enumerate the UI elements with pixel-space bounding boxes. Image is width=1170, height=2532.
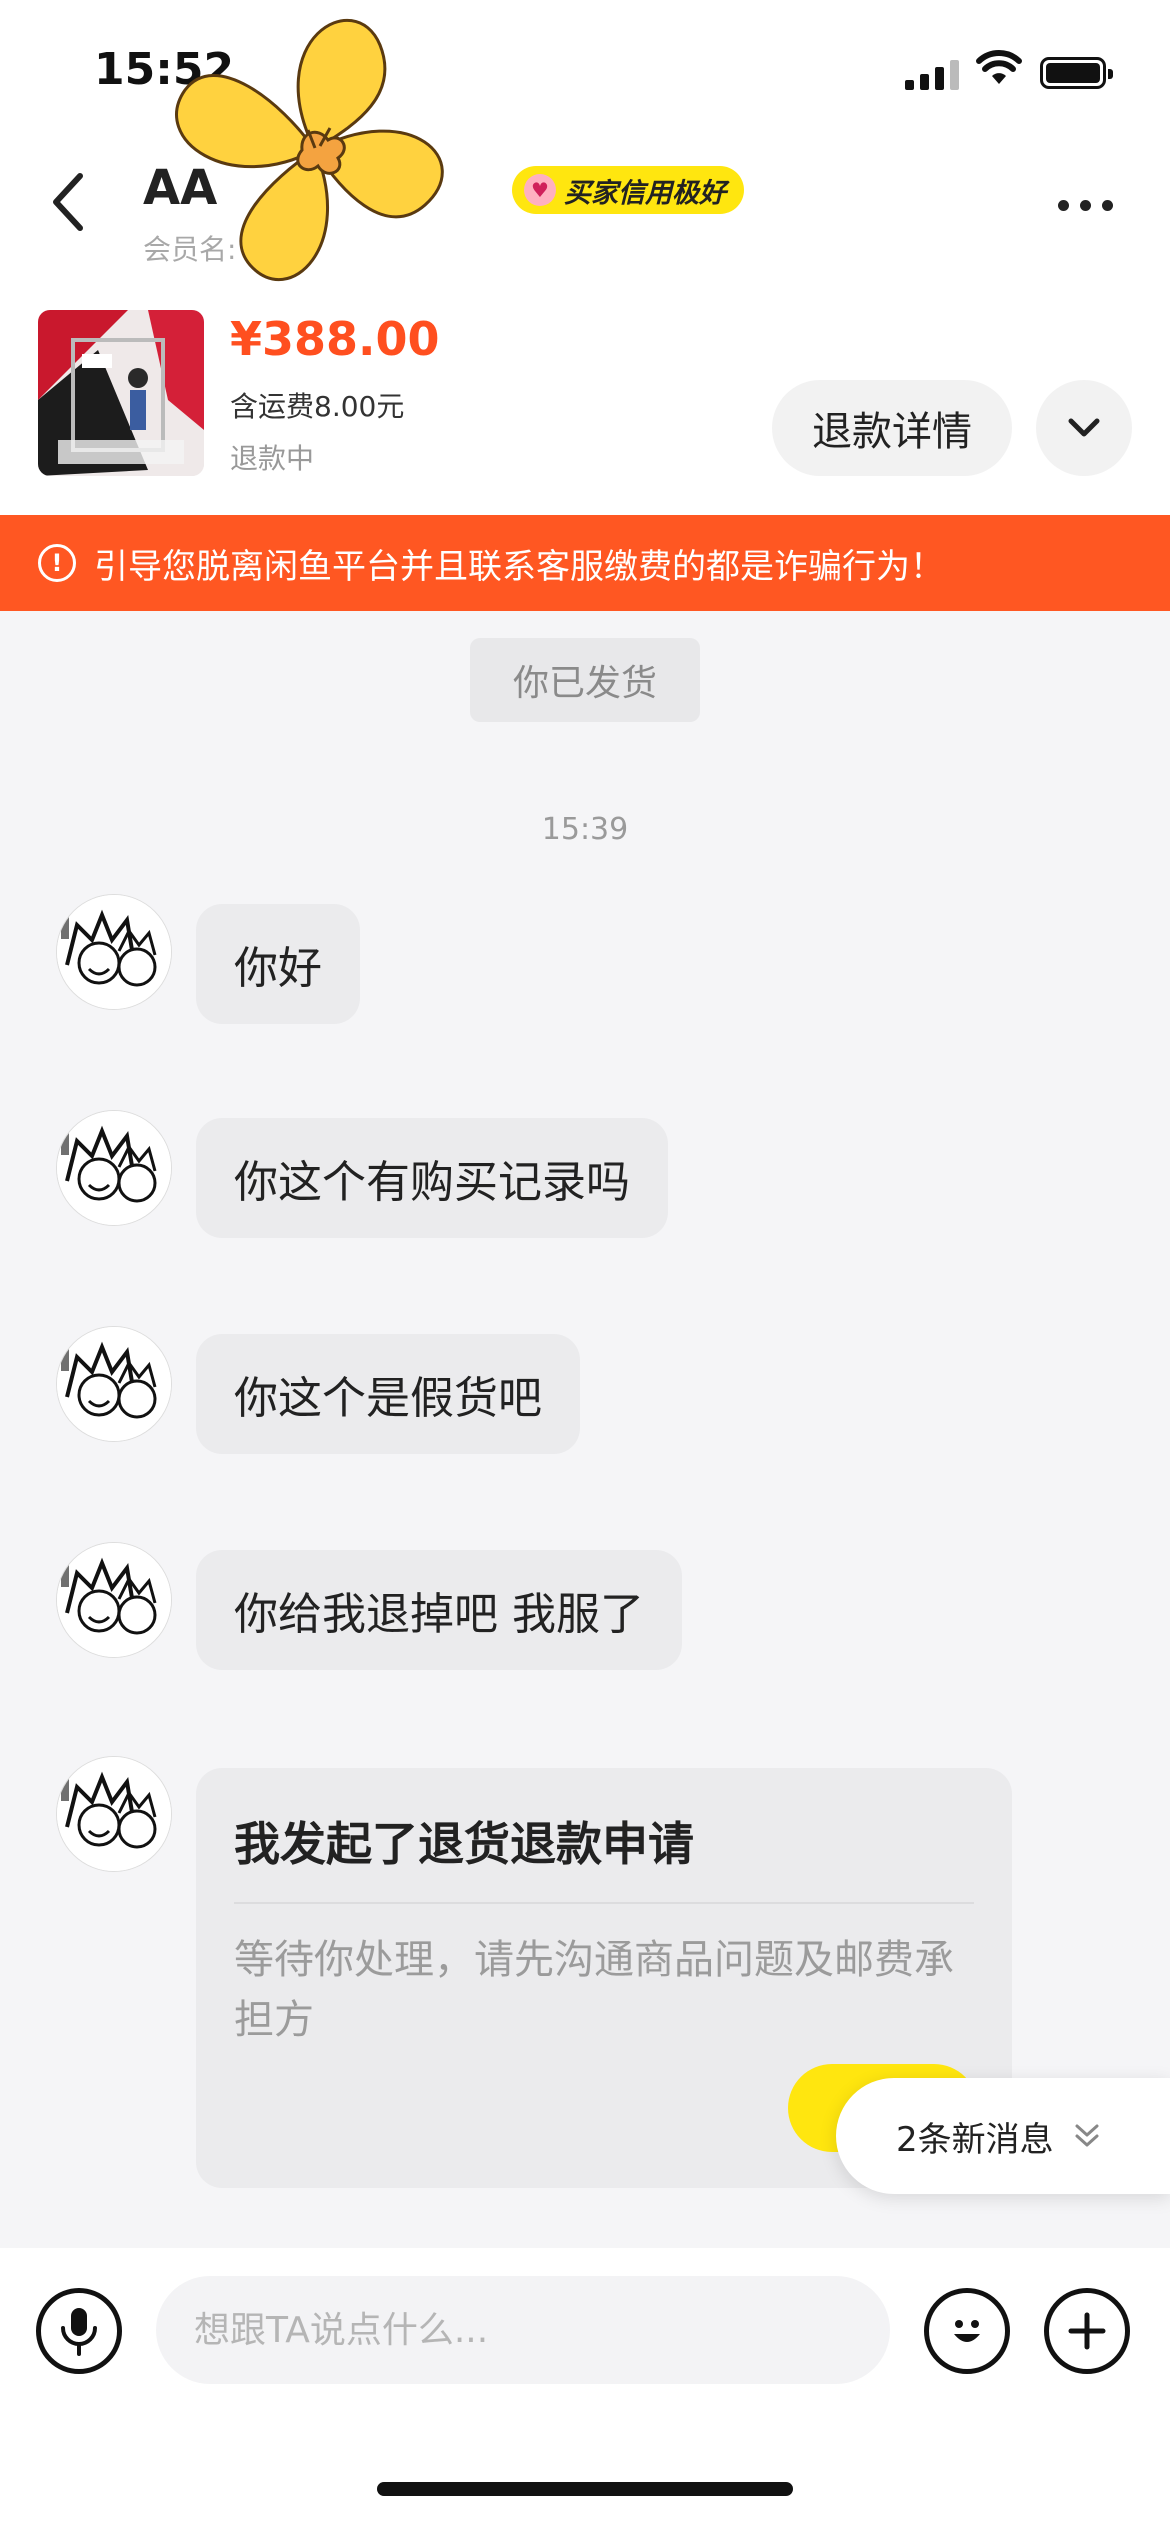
new-messages-label: 2条新消息	[896, 2119, 1054, 2160]
product-thumbnail-art	[38, 310, 204, 476]
fraud-warning-text: 引导您脱离闲鱼平台并且联系客服缴费的都是诈骗行为！	[94, 546, 944, 587]
input-bar	[0, 2248, 1170, 2532]
message-input[interactable]	[156, 2276, 890, 2384]
home-indicator	[377, 2482, 793, 2496]
battery-icon	[1040, 57, 1113, 89]
expand-button[interactable]	[1036, 380, 1132, 476]
emoji-glyph	[954, 2320, 980, 2342]
flower-sticker	[175, 18, 444, 281]
message-bubble[interactable]: 你好	[196, 904, 360, 1024]
fraud-warning-banner: ! 引导您脱离闲鱼平台并且联系客服缴费的都是诈骗行为！	[0, 515, 1170, 611]
double-chevron-down-icon	[1075, 2124, 1099, 2147]
new-messages-pill[interactable]: 2条新消息	[836, 2078, 1170, 2194]
signal-icon	[905, 60, 959, 90]
emoji-icon[interactable]	[924, 2288, 1010, 2374]
refund-card-description: 等待你处理，请先沟通商品问题及邮费承担方	[234, 1937, 954, 2043]
message-timestamp: 15:39	[541, 812, 629, 847]
refund-details-button[interactable]: 退款详情	[772, 380, 1012, 476]
message-bubble[interactable]: 你这个有购买记录吗	[196, 1118, 668, 1238]
message-bubble[interactable]: 你这个是假货吧	[196, 1334, 580, 1454]
manga-avatar-art	[57, 1543, 171, 1657]
more-dots-icon[interactable]	[1058, 200, 1113, 211]
avatar[interactable]	[56, 894, 172, 1010]
system-message: 你已发货	[470, 638, 700, 722]
plus-icon[interactable]	[1044, 2288, 1130, 2374]
microphone-icon[interactable]	[36, 2288, 122, 2374]
refund-status: 退款中	[230, 442, 315, 475]
product-thumbnail[interactable]	[38, 310, 204, 476]
plus-glyph	[1068, 2312, 1106, 2350]
card-divider	[234, 1902, 974, 1904]
credit-badge: ♥ 买家信用极好	[512, 166, 744, 214]
chevron-left-icon[interactable]	[48, 172, 88, 232]
product-price: ¥388.00	[230, 312, 440, 366]
wifi-icon	[976, 50, 1022, 84]
heart-eyes-emoji-icon: ♥	[524, 174, 556, 206]
manga-avatar-art	[57, 1111, 171, 1225]
message-bubble[interactable]: 你给我退掉吧 我服了	[196, 1550, 682, 1670]
chevron-down-icon	[1068, 418, 1100, 437]
manga-avatar-art	[57, 1757, 171, 1871]
avatar[interactable]	[56, 1756, 172, 1872]
avatar[interactable]	[56, 1326, 172, 1442]
manga-avatar-art	[57, 895, 171, 1009]
shipping-fee: 含运费8.00元	[230, 390, 405, 423]
manga-avatar-art	[57, 1327, 171, 1441]
refund-card-title: 我发起了退货退款申请	[234, 1817, 694, 1871]
credit-badge-label: 买家信用极好	[564, 177, 726, 209]
microphone-glyph	[61, 2308, 97, 2356]
avatar[interactable]	[56, 1110, 172, 1226]
alert-icon: !	[38, 544, 76, 582]
avatar[interactable]	[56, 1542, 172, 1658]
